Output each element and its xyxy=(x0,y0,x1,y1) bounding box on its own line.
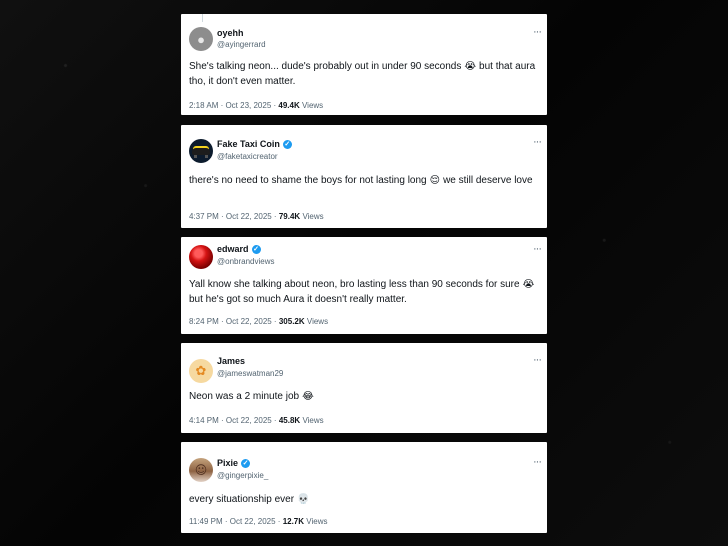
views-count[interactable]: 79.4K xyxy=(279,212,300,221)
red-orb-icon[interactable] xyxy=(189,245,213,269)
username-handle[interactable]: @onbrandviews xyxy=(217,257,274,266)
timestamp[interactable]: 4:37 PM · Oct 22, 2025 · xyxy=(189,212,277,221)
views-label: Views xyxy=(302,416,324,425)
more-options-icon[interactable]: ··· xyxy=(533,27,542,38)
timestamp[interactable]: 11:49 PM · Oct 22, 2025 · xyxy=(189,517,280,526)
username-handle[interactable]: @ayingerrard xyxy=(217,40,266,49)
display-name[interactable]: oyehh xyxy=(217,28,244,38)
more-options-icon[interactable]: ··· xyxy=(533,457,542,468)
person-avatar-icon[interactable]: ☺ xyxy=(189,458,213,482)
views-label: Views xyxy=(306,517,328,526)
tweet-text: Neon was a 2 minute job 😂 xyxy=(189,391,314,402)
thread-connector-line xyxy=(202,14,203,22)
views-count[interactable]: 49.4K xyxy=(278,101,299,110)
timestamp[interactable]: 8:24 PM · Oct 22, 2025 · xyxy=(189,317,277,326)
display-name[interactable]: Fake Taxi Coin xyxy=(217,139,280,149)
tweet-card-edward[interactable]: edward ✓ @onbrandviews ··· Yall know she… xyxy=(181,237,547,334)
views-label: Views xyxy=(301,101,324,110)
tweet-meta: 11:49 PM · Oct 22, 2025 · 12.7K Views xyxy=(189,517,327,526)
more-options-icon[interactable]: ··· xyxy=(533,244,542,255)
tweet-text: Yall know she talking about neon, bro la… xyxy=(189,279,535,305)
tears-of-joy-emoji: 😂 xyxy=(302,391,314,402)
tweet-meta: 8:24 PM · Oct 22, 2025 · 305.2K Views xyxy=(189,317,328,326)
tweet-text: there's no need to shame the boys for no… xyxy=(189,175,533,186)
timestamp[interactable]: 2:18 AM · Oct 23, 2025 · xyxy=(189,101,276,110)
tweet-text: every situationship ever 💀 xyxy=(189,494,310,505)
display-name[interactable]: edward xyxy=(217,244,249,254)
tweet-card-james[interactable]: ✿ James @jameswatman29 ··· Neon was a 2 … xyxy=(181,343,547,433)
display-name[interactable]: Pixie xyxy=(217,458,238,468)
tweet-card-fake-taxi-coin[interactable]: Fake Taxi Coin ✓ @faketaxicreator ··· th… xyxy=(181,125,547,228)
verified-badge-icon: ✓ xyxy=(251,244,261,254)
verified-badge-icon: ✓ xyxy=(282,139,292,149)
cat-avatar-icon[interactable]: ✿ xyxy=(189,359,213,383)
tweet-meta: 4:14 PM · Oct 22, 2025 · 45.8K Views xyxy=(189,416,324,425)
tweet-text: She's talking neon... dude's probably ou… xyxy=(189,61,536,87)
views-label: Views xyxy=(302,212,324,221)
more-options-icon[interactable]: ··· xyxy=(533,355,542,366)
views-count[interactable]: 12.7K xyxy=(283,517,304,526)
tweet-meta: 4:37 PM · Oct 22, 2025 · 79.4K Views xyxy=(189,212,324,221)
username-handle[interactable]: @jameswatman29 xyxy=(217,369,283,378)
more-options-icon[interactable]: ··· xyxy=(533,137,542,148)
views-label: Views xyxy=(306,317,329,326)
gray-avatar-icon[interactable]: ● xyxy=(189,27,213,51)
tweet-card-pixie[interactable]: ☺ Pixie ✓ @gingerpixie_ ··· every situat… xyxy=(181,442,547,533)
relieved-face-emoji: 😌 xyxy=(429,175,441,186)
loudly-crying-emoji: 😭 xyxy=(464,61,477,72)
views-count[interactable]: 45.8K xyxy=(279,416,300,425)
views-count[interactable]: 305.2K xyxy=(279,317,305,326)
skull-emoji: 💀 xyxy=(297,494,310,505)
taxi-car-icon[interactable] xyxy=(189,139,213,163)
verified-badge-icon: ✓ xyxy=(241,458,251,468)
timestamp[interactable]: 4:14 PM · Oct 22, 2025 · xyxy=(189,416,277,425)
tweet-card-oyehh[interactable]: ● oyehh @ayingerrard ··· She's talking n… xyxy=(181,14,547,115)
tweet-meta: 2:18 AM · Oct 23, 2025 · 49.4K Views xyxy=(189,101,323,110)
username-handle[interactable]: @gingerpixie_ xyxy=(217,471,268,480)
username-handle[interactable]: @faketaxicreator xyxy=(217,152,278,161)
display-name[interactable]: James xyxy=(217,356,245,366)
loudly-crying-emoji: 😭 xyxy=(522,279,535,290)
